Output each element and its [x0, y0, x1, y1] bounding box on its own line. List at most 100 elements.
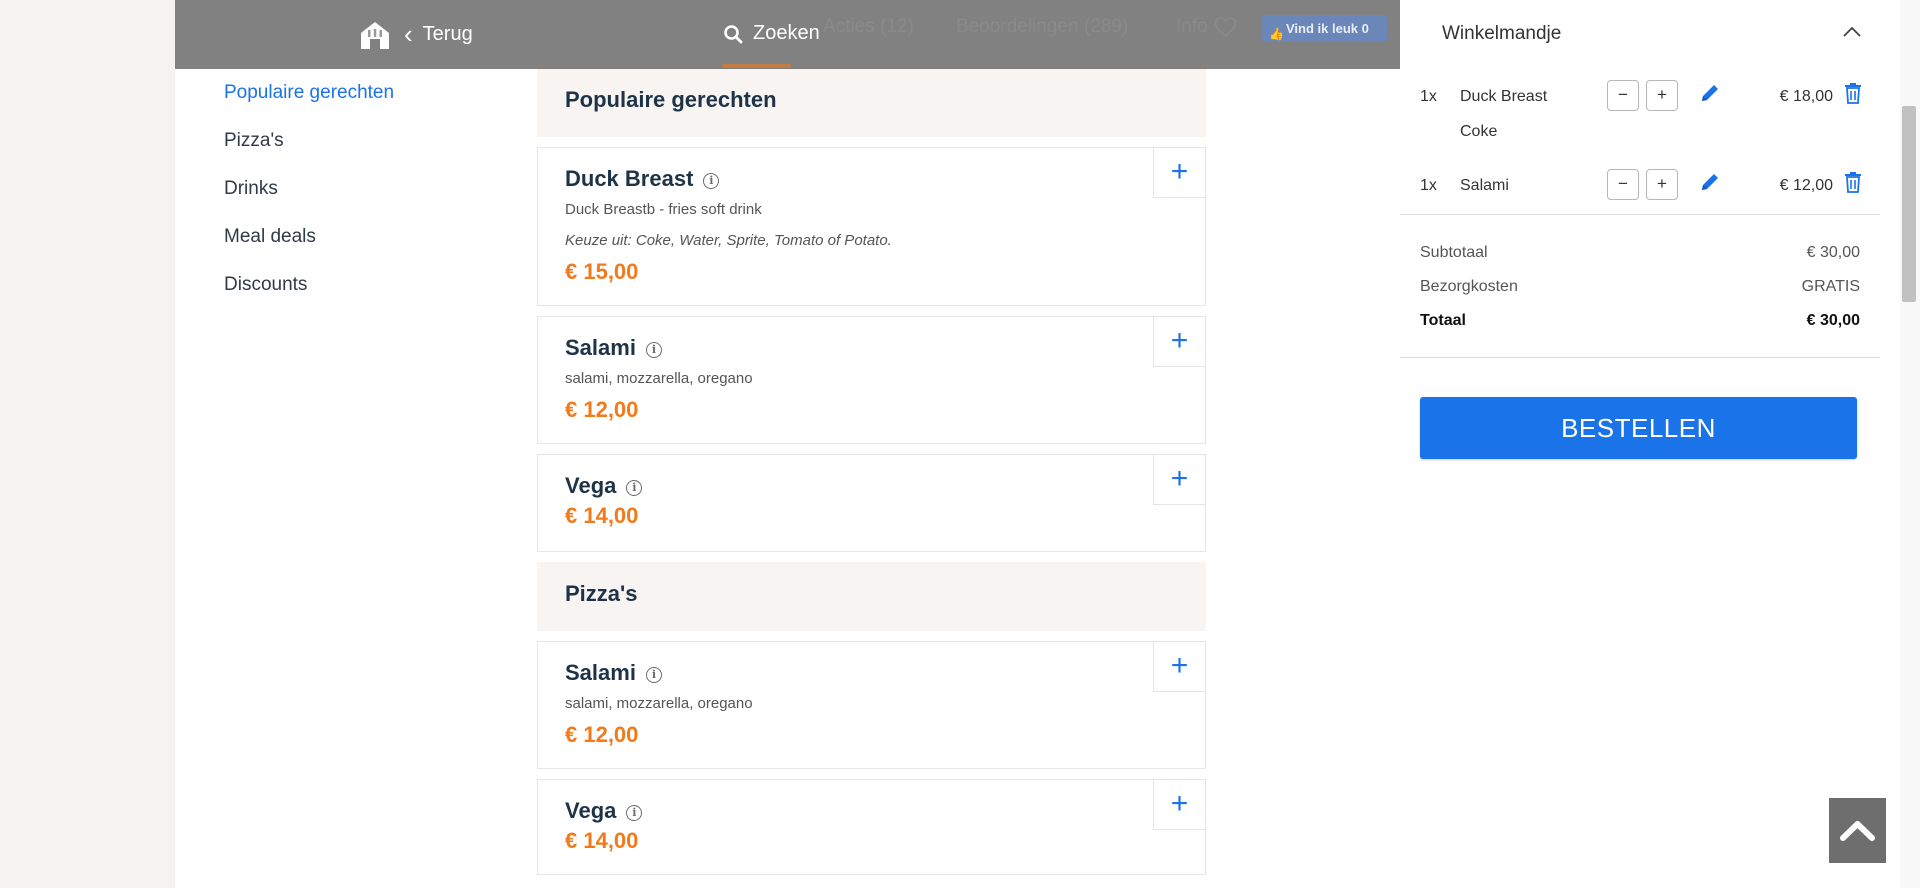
info-icon[interactable]: i — [645, 341, 662, 358]
delivery-label: Bezorgkosten — [1420, 278, 1518, 295]
subtotal-row: Subtotaal € 30,00 — [1420, 244, 1860, 262]
menu-item[interactable]: Vega i € 14,00 + — [537, 779, 1206, 875]
cart-title: Winkelmandje — [1442, 23, 1562, 44]
cart-divider — [1400, 214, 1880, 215]
cart-line-option: Coke — [1460, 123, 1498, 140]
item-description: salami, mozzarella, oregano — [565, 370, 753, 387]
item-name: Salami — [565, 335, 636, 360]
category-nav: Populaire gerechten Pizza's Drinks Meal … — [224, 78, 394, 318]
item-name: Salami — [565, 660, 636, 685]
menu-item[interactable]: Duck Breast i Duck Breastb - fries soft … — [537, 147, 1206, 306]
section-header: Populaire gerechten — [537, 68, 1206, 137]
menu-item[interactable]: Vega i € 14,00 + — [537, 454, 1206, 552]
thumbs-up-icon: 👍 — [1269, 27, 1284, 41]
subtotal-value: € 30,00 — [1806, 244, 1860, 261]
chevron-up-icon — [1840, 821, 1875, 841]
decrease-qty-button[interactable]: − — [1607, 80, 1639, 111]
tab-acties[interactable]: Acties (12) — [823, 16, 914, 38]
info-icon[interactable]: i — [626, 804, 643, 821]
cart-divider — [1400, 357, 1880, 358]
add-item-button[interactable]: + — [1153, 641, 1206, 692]
item-price: € 14,00 — [565, 828, 639, 853]
back-button[interactable]: ‹ Terug — [404, 19, 473, 49]
pencil-icon[interactable] — [1699, 171, 1721, 193]
search-icon — [724, 24, 743, 43]
scroll-to-top-button[interactable] — [1829, 798, 1886, 863]
cart-line-name: Salami — [1460, 177, 1509, 194]
item-name: Duck Breast — [565, 166, 694, 191]
plus-icon: + — [1657, 85, 1667, 104]
info-icon[interactable]: i — [703, 172, 720, 189]
cart-line-price: € 18,00 — [1779, 88, 1833, 105]
cart-line-qty: 1x — [1420, 88, 1437, 105]
increase-qty-button[interactable]: + — [1646, 169, 1678, 200]
cart-line-price: € 12,00 — [1779, 177, 1833, 194]
total-label: Totaal — [1420, 312, 1466, 329]
plus-icon: + — [1170, 649, 1189, 682]
menu-item[interactable]: Salami i salami, mozzarella, oregano € 1… — [537, 316, 1206, 444]
add-item-button[interactable]: + — [1153, 454, 1206, 505]
info-icon[interactable]: i — [645, 666, 662, 683]
item-description: Duck Breastb - fries soft drink — [565, 201, 762, 218]
search-button[interactable]: Zoeken — [723, 22, 820, 45]
item-choice: Keuze uit: Coke, Water, Sprite, Tomato o… — [565, 232, 892, 249]
add-item-button[interactable]: + — [1153, 779, 1206, 830]
item-price: € 14,00 — [565, 503, 639, 528]
category-link-pizzas[interactable]: Pizza's — [224, 126, 394, 174]
plus-icon: + — [1170, 462, 1189, 495]
menu-list: Populaire gerechten Duck Breast i Duck B… — [537, 68, 1206, 885]
info-icon[interactable]: i — [626, 479, 643, 496]
cart-line-name: Duck Breast — [1460, 88, 1548, 105]
page-scrollbar-thumb[interactable] — [1902, 106, 1916, 302]
plus-icon: + — [1170, 155, 1189, 188]
category-link-populaire-gerechten[interactable]: Populaire gerechten — [224, 78, 394, 126]
item-name: Vega — [565, 473, 617, 498]
item-name-row: Salami i — [565, 660, 1178, 686]
item-name-row: Vega i — [565, 798, 1178, 824]
item-name-row: Vega i — [565, 473, 1178, 499]
trash-icon[interactable] — [1843, 171, 1863, 193]
active-tab-indicator — [722, 64, 791, 68]
decrease-qty-button[interactable]: − — [1607, 169, 1639, 200]
heart-icon[interactable] — [1213, 15, 1238, 39]
cart-panel: Winkelmandje 1x Duck Breast Coke − + € 1… — [1400, 0, 1900, 888]
plus-icon: + — [1170, 324, 1189, 357]
add-item-button[interactable]: + — [1153, 316, 1206, 367]
increase-qty-button[interactable]: + — [1646, 80, 1678, 111]
menu-item[interactable]: Salami i salami, mozzarella, oregano € 1… — [537, 641, 1206, 769]
category-link-discounts[interactable]: Discounts — [224, 270, 394, 318]
item-name-row: Duck Breast i — [565, 166, 1178, 192]
search-label: Zoeken — [753, 22, 820, 44]
minus-icon: − — [1618, 174, 1628, 193]
page-container: Populaire gerechten Pizza's Drinks Meal … — [175, 0, 1900, 888]
delivery-value: GRATIS — [1801, 278, 1860, 295]
delivery-row: Bezorgkosten GRATIS — [1420, 278, 1860, 296]
cart-line-qty: 1x — [1420, 177, 1437, 194]
category-link-drinks[interactable]: Drinks — [224, 174, 394, 222]
add-item-button[interactable]: + — [1153, 147, 1206, 198]
plus-icon: + — [1657, 174, 1667, 193]
plus-icon: + — [1170, 787, 1189, 820]
top-bar-content: ‹ Terug Acties (12) Beoordelingen (289) … — [175, 0, 1400, 69]
item-price: € 12,00 — [565, 722, 639, 747]
chevron-left-icon: ‹ — [404, 19, 413, 49]
subtotal-label: Subtotaal — [1420, 244, 1488, 261]
cart-header[interactable]: Winkelmandje — [1400, 0, 1900, 69]
item-price: € 12,00 — [565, 397, 639, 422]
order-button[interactable]: BESTELLEN — [1420, 397, 1857, 459]
like-label: Vind ik leuk 0 — [1286, 21, 1369, 36]
trash-icon[interactable] — [1843, 82, 1863, 104]
like-button[interactable]: 👍 Vind ik leuk 0 — [1262, 15, 1387, 42]
item-description: salami, mozzarella, oregano — [565, 695, 753, 712]
minus-icon: − — [1618, 85, 1628, 104]
category-link-meal-deals[interactable]: Meal deals — [224, 222, 394, 270]
item-price: € 15,00 — [565, 259, 639, 284]
tab-beoordelingen[interactable]: Beoordelingen (289) — [956, 16, 1128, 38]
pencil-icon[interactable] — [1699, 82, 1721, 104]
item-name: Vega — [565, 798, 617, 823]
tab-info[interactable]: Info — [1176, 16, 1208, 38]
home-logo-icon[interactable] — [358, 18, 392, 52]
item-name-row: Salami i — [565, 335, 1178, 361]
total-row: Totaal € 30,00 — [1420, 312, 1860, 330]
chevron-up-icon[interactable] — [1842, 22, 1862, 42]
